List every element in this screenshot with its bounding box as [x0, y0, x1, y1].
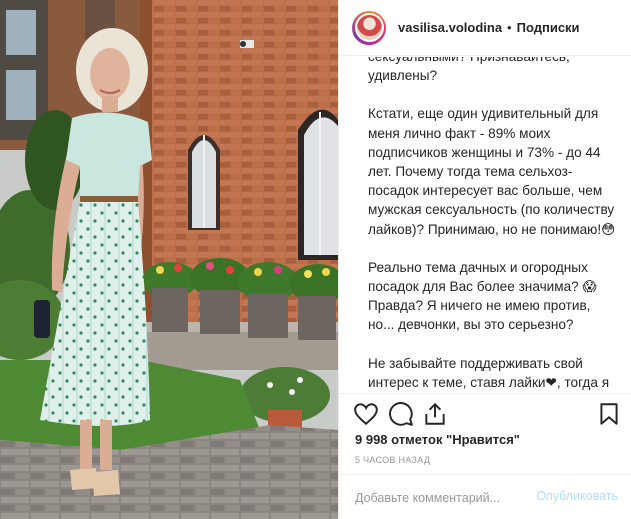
caption-line: удивлены?: [368, 68, 438, 84]
heart-icon[interactable]: [353, 401, 379, 427]
post-header: vasilisa.volodina • Подписки: [339, 0, 631, 56]
username-link[interactable]: vasilisa.volodina: [398, 20, 502, 35]
caption-line: сексуальными? Признавайтесь,: [368, 57, 616, 66]
caption-paragraph-2: Кстати, еще один удивительный для меня л…: [368, 106, 616, 237]
comment-icon[interactable]: [388, 401, 414, 427]
caption-paragraph-3: Реально тема дачных и огородных посадок …: [368, 259, 597, 333]
photo-scene: [0, 0, 338, 519]
post-timestamp[interactable]: 5 ЧАСОВ НАЗАД: [355, 455, 430, 465]
likes-count[interactable]: 9 998 отметок "Нравится": [355, 432, 520, 447]
avatar-image: [354, 13, 384, 42]
share-icon[interactable]: [422, 401, 448, 427]
caption-scroll-area[interactable]: сексуальными? Признавайтесь, удивлены? К…: [339, 57, 631, 393]
action-bar: [339, 393, 631, 433]
comment-input[interactable]: [355, 489, 533, 507]
comment-bar: Опубликовать: [339, 474, 631, 519]
caption-paragraph-1: сексуальными? Признавайтесь, удивлены?: [368, 57, 616, 85]
caption-paragraph-4: Не забывайте поддерживать свой интерес к…: [368, 355, 610, 390]
bookmark-icon[interactable]: [596, 401, 622, 427]
post-photo[interactable]: [0, 0, 338, 519]
post-panel: vasilisa.volodina • Подписки сексуальным…: [338, 0, 631, 519]
following-button[interactable]: Подписки: [517, 20, 580, 35]
separator-dot: •: [507, 20, 512, 35]
avatar[interactable]: [352, 10, 386, 45]
publish-button[interactable]: Опубликовать: [536, 489, 618, 503]
